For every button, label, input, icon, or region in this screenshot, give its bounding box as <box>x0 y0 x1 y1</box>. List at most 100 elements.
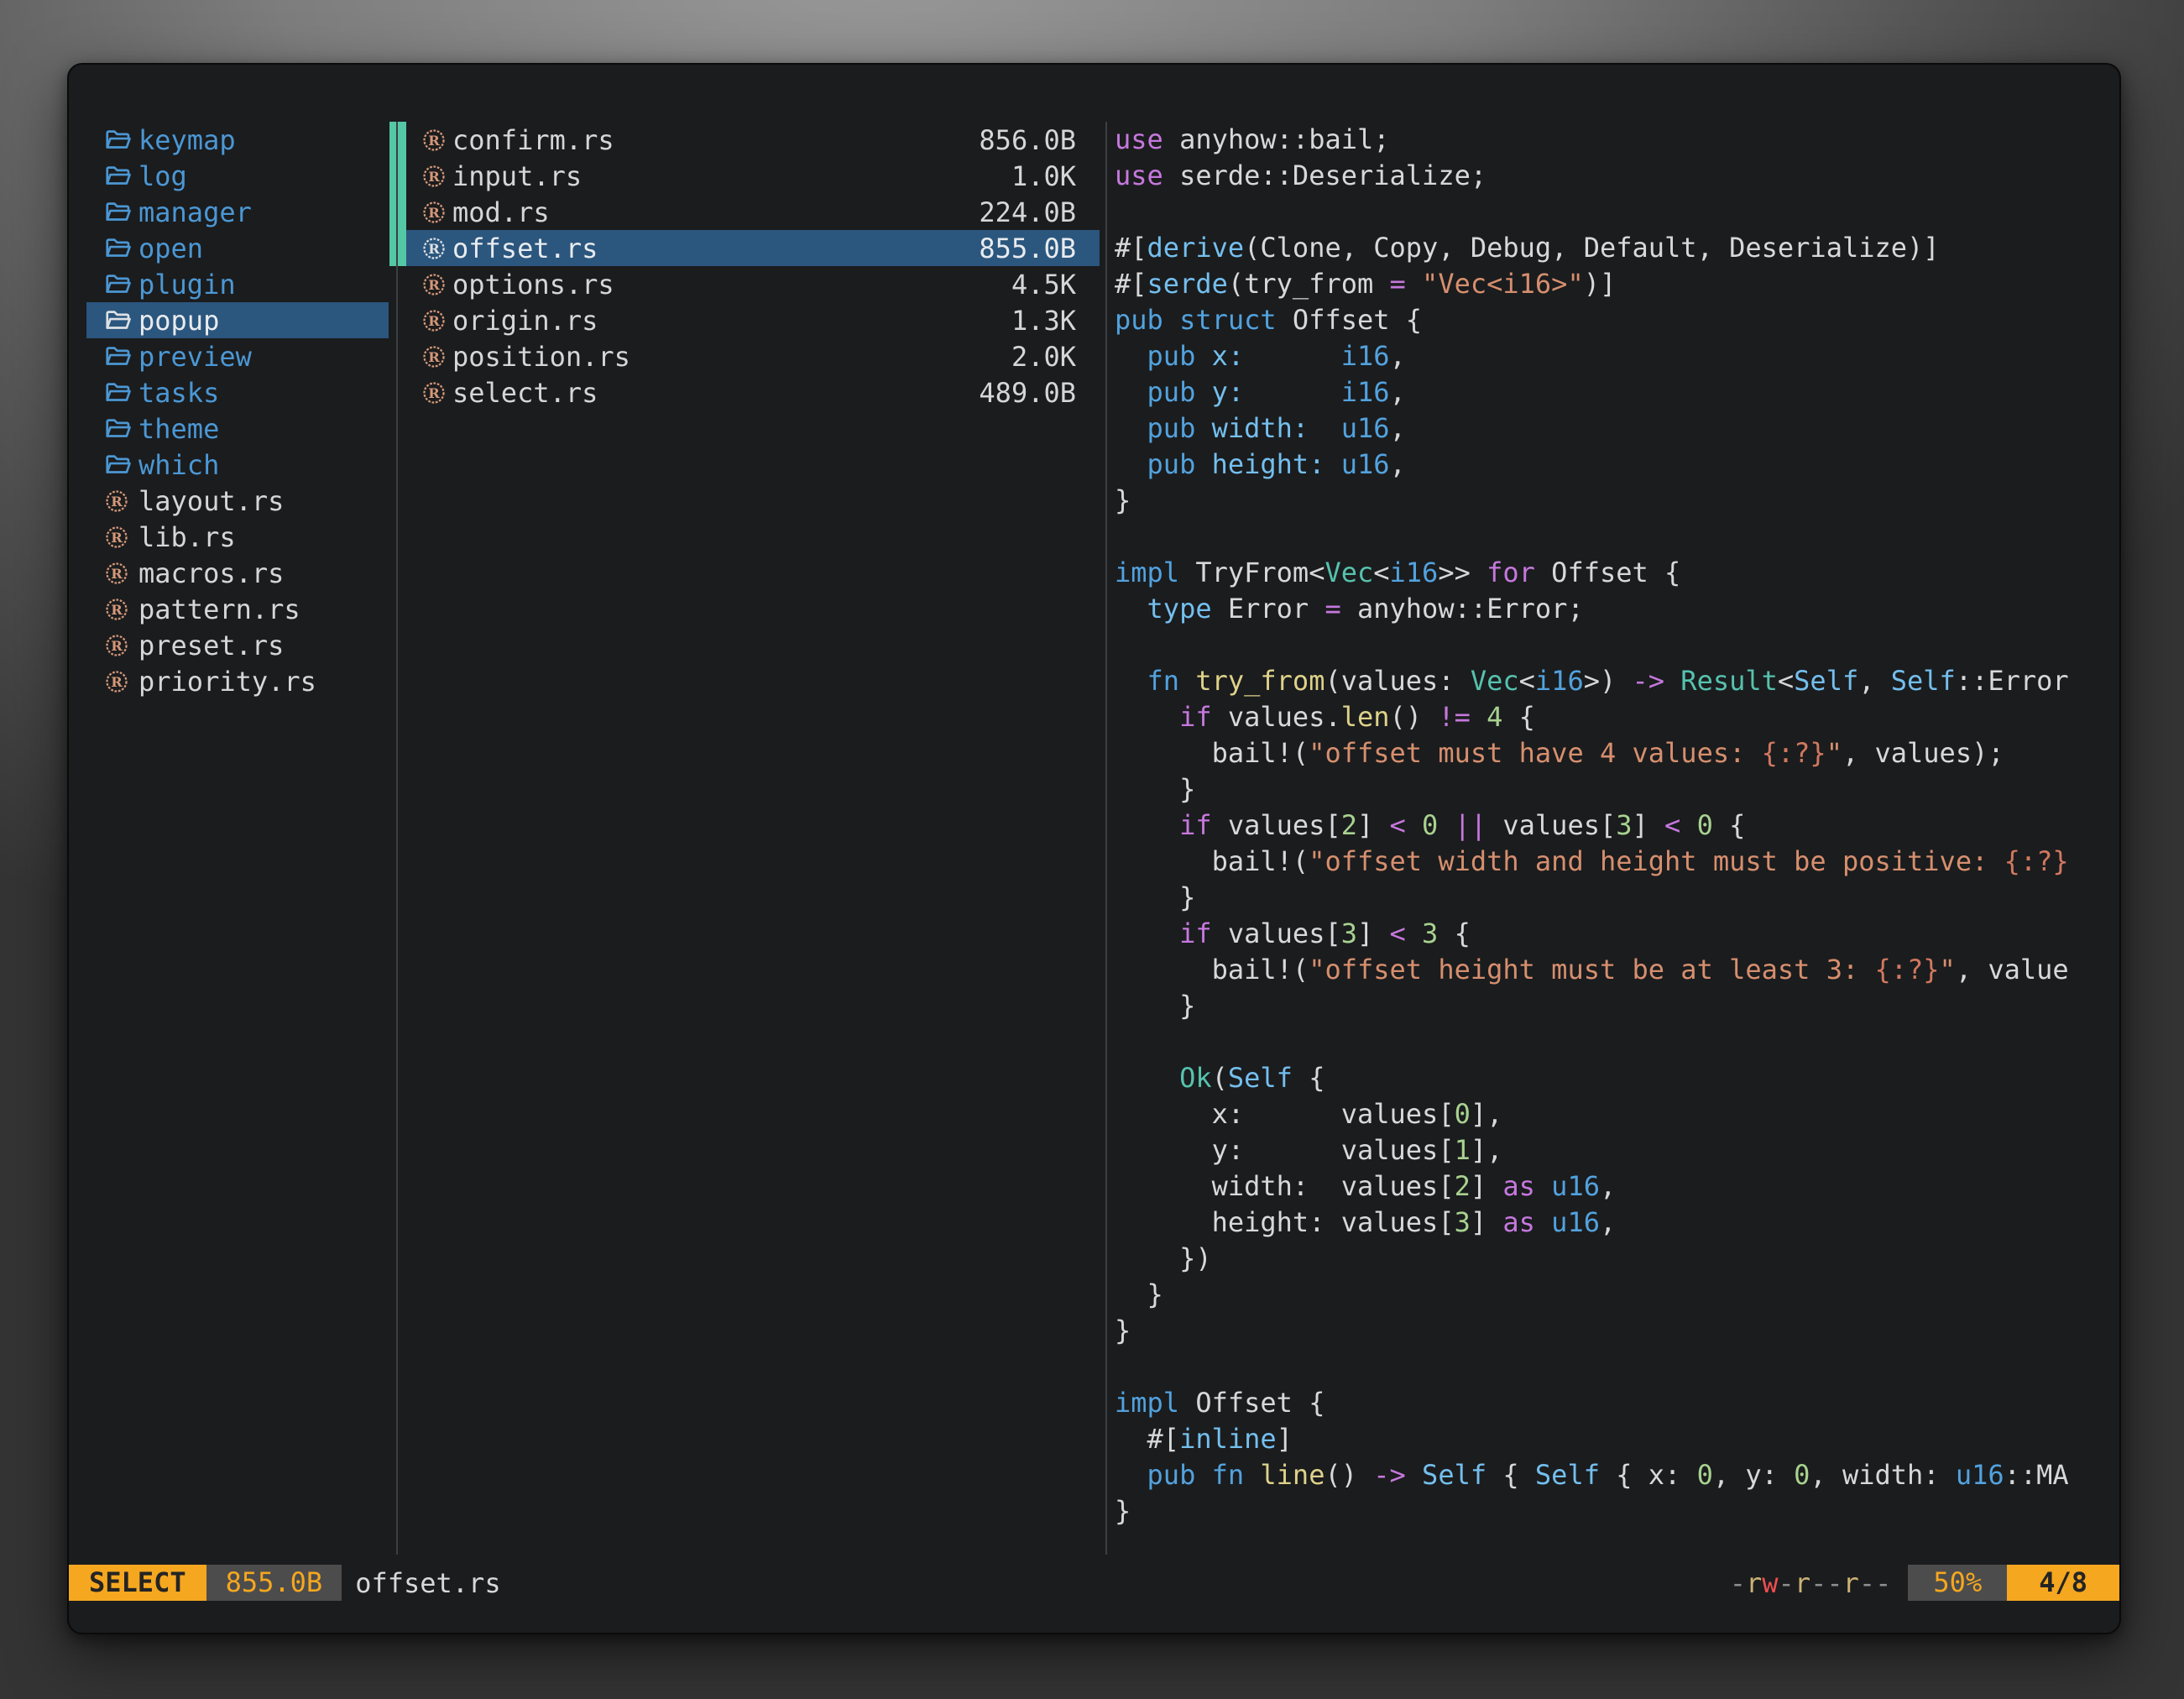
code-line: fn try_from(values: Vec<i16>) -> Result<… <box>1115 663 2072 699</box>
rust-icon: R <box>104 597 133 622</box>
sidebar-item-preview[interactable]: preview <box>86 338 389 374</box>
file-row-confirm-rs[interactable]: Rconfirm.rs856.0B <box>406 122 1100 158</box>
mode-badge: SELECT <box>69 1565 206 1601</box>
file-name: options.rs <box>452 269 614 301</box>
code-line <box>1115 194 2072 230</box>
code-line: } <box>1115 988 2072 1024</box>
file-row-offset-rs[interactable]: Roffset.rs 855.0B <box>406 230 1100 266</box>
sidebar-item-popup[interactable]: popup <box>86 302 389 338</box>
sidebar-item-macros-rs[interactable]: Rmacros.rs <box>86 555 389 591</box>
code-line: width: values[2] as u16, <box>1115 1168 2072 1205</box>
code-line: }) <box>1115 1241 2072 1277</box>
code-line: pub height: u16, <box>1115 447 2072 483</box>
file-row-origin-rs[interactable]: Rorigin.rs 1.3K <box>406 302 1100 338</box>
entry-name: lib.rs <box>138 521 236 553</box>
code-line: use serde::Deserialize; <box>1115 158 2072 194</box>
entry-name: theme <box>138 413 219 445</box>
file-size: 489.0B <box>979 377 1076 409</box>
file-name: offset.rs <box>452 233 598 264</box>
sidebar-item-keymap[interactable]: keymap <box>86 122 389 158</box>
file-row-options-rs[interactable]: Roptions.rs4.5K <box>406 266 1100 302</box>
status-bar: SELECT 855.0B offset.rs -rw-r--r-- 50% 4… <box>69 1565 2119 1601</box>
sidebar-item-theme[interactable]: theme <box>86 410 389 447</box>
sidebar-item-open[interactable]: open <box>86 230 389 266</box>
code-line: impl TryFrom<Vec<i16>> for Offset { <box>1115 555 2072 591</box>
svg-text:R: R <box>428 168 440 184</box>
sidebar-item-layout-rs[interactable]: Rlayout.rs <box>86 483 389 519</box>
code-line: } <box>1115 483 2072 519</box>
file-name: confirm.rs <box>452 124 614 156</box>
svg-text:R: R <box>111 493 123 509</box>
sidebar-item-log[interactable]: log <box>86 158 389 194</box>
file-permissions: -rw-r--r-- <box>1730 1567 1892 1599</box>
entry-name: open <box>138 233 203 264</box>
file-row-input-rs[interactable]: Rinput.rs 1.0K <box>406 158 1100 194</box>
file-name: input.rs <box>452 160 582 192</box>
entry-name: which <box>138 449 219 481</box>
svg-text:R: R <box>428 312 440 328</box>
code-line <box>1115 1024 2072 1060</box>
code-line: if values[2] < 0 || values[3] < 0 { <box>1115 808 2072 844</box>
svg-text:R: R <box>428 132 440 148</box>
pane-divider-right <box>1105 122 1107 1555</box>
terminal-window: keymaplogmanager open pluginpopuppreviewta… <box>67 63 2121 1634</box>
entry-name: priority.rs <box>138 666 316 698</box>
code-line: if values[3] < 3 { <box>1115 916 2072 952</box>
file-size: 2.0K <box>1011 341 1076 373</box>
entry-name: plugin <box>138 269 236 301</box>
file-row-mod-rs[interactable]: Rmod.rs224.0B <box>406 194 1100 230</box>
file-size: 855.0B <box>979 233 1076 264</box>
file-size: 1.0K <box>1011 160 1076 192</box>
entry-name: keymap <box>138 124 236 156</box>
folder-open-icon <box>104 127 133 153</box>
file-name: origin.rs <box>452 305 598 337</box>
file-name: select.rs <box>452 377 598 409</box>
code-line: } <box>1115 771 2072 808</box>
rust-icon: R <box>421 236 447 261</box>
status-bar-right: -rw-r--r-- 50% 4/8 <box>1730 1565 2119 1601</box>
file-name: mod.rs <box>452 196 550 228</box>
sidebar-item-tasks[interactable]: tasks <box>86 374 389 410</box>
filelist-scrollbar-thumb[interactable] <box>389 122 406 266</box>
code-line: if values.len() != 4 { <box>1115 699 2072 735</box>
svg-text:R: R <box>111 637 123 653</box>
code-line: bail!("offset width and height must be p… <box>1115 844 2072 880</box>
svg-text:R: R <box>111 529 123 545</box>
file-size: 1.3K <box>1011 305 1076 337</box>
sidebar-item-manager[interactable]: manager <box>86 194 389 230</box>
sidebar-item-lib-rs[interactable]: Rlib.rs <box>86 519 389 555</box>
svg-text:R: R <box>111 673 123 689</box>
sidebar-item-plugin[interactable]: plugin <box>86 266 389 302</box>
code-line: #[inline] <box>1115 1421 2072 1457</box>
folder-open-icon <box>104 343 133 369</box>
code-line: } <box>1115 1313 2072 1349</box>
code-line: y: values[1], <box>1115 1132 2072 1168</box>
code-line: } <box>1115 880 2072 916</box>
pane-divider-left <box>396 122 398 1555</box>
folder-open-icon <box>104 307 133 333</box>
entry-name: preset.rs <box>138 630 284 661</box>
sidebar-item-pattern-rs[interactable]: Rpattern.rs <box>86 591 389 627</box>
code-preview-pane: use anyhow::bail;use serde::Deserialize;… <box>1115 122 2072 1540</box>
entry-name: manager <box>138 196 252 228</box>
rust-icon: R <box>104 489 133 514</box>
svg-text:R: R <box>428 348 440 364</box>
sidebar-item-which[interactable]: which <box>86 447 389 483</box>
current-directory-pane: Rconfirm.rs856.0BRinput.rs1.0KRmod.rs224… <box>406 122 1100 410</box>
file-size: 224.0B <box>979 196 1076 228</box>
file-name: position.rs <box>452 341 630 373</box>
code-line: #[derive(Clone, Copy, Debug, Default, De… <box>1115 230 2072 266</box>
code-line: x: values[0], <box>1115 1096 2072 1132</box>
rust-icon: R <box>421 308 447 333</box>
folder-open-icon <box>104 163 133 189</box>
sidebar-item-preset-rs[interactable]: Rpreset.rs <box>86 627 389 663</box>
file-row-position-rs[interactable]: Rposition.rs 2.0K <box>406 338 1100 374</box>
code-line <box>1115 519 2072 555</box>
sidebar-item-priority-rs[interactable]: Rpriority.rs <box>86 663 389 699</box>
code-line: pub struct Offset { <box>1115 302 2072 338</box>
file-row-select-rs[interactable]: Rselect.rs489.0B <box>406 374 1100 410</box>
code-line: height: values[3] as u16, <box>1115 1205 2072 1241</box>
svg-text:R: R <box>428 276 440 292</box>
entry-name: preview <box>138 341 252 373</box>
rust-icon: R <box>421 272 447 297</box>
